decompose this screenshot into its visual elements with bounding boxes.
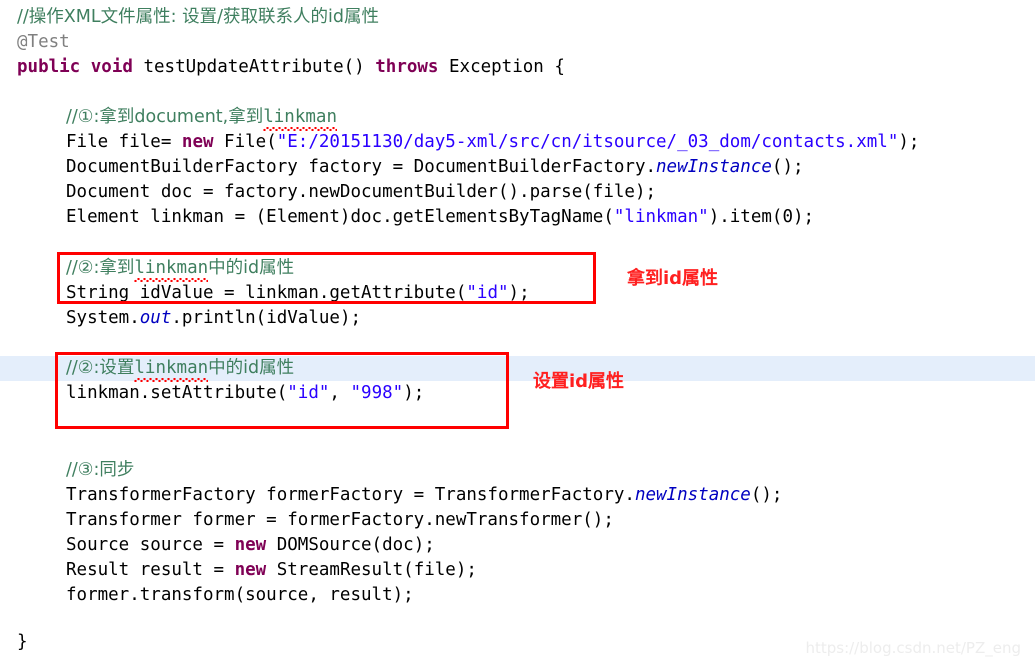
watermark-url: https://blog.csdn.net/PZ_eng [805, 639, 1021, 657]
keyword-throws: throws [375, 57, 439, 77]
code-line-comment-step2-set: //②:设置linkman中的id属性 [0, 356, 1035, 382]
code-text: ); [403, 383, 425, 403]
code-text: Transformer former = formerFactory.newTr… [66, 510, 614, 530]
code-text: TransformerFactory formerFactory = Trans… [66, 485, 635, 505]
code-line-comment-step3: //③:同步 [0, 458, 1035, 483]
code-line-comment-step1: //①:拿到document,拿到linkman [0, 105, 1035, 131]
signature-tail: Exception { [438, 57, 565, 77]
keyword-new: new [234, 535, 267, 555]
comment-text: //①:拿到document,拿到 [66, 107, 264, 127]
code-text: } [17, 632, 28, 652]
string-literal-path: "E:/20151130/day5-xml/src/cn/itsource/_0… [276, 132, 899, 152]
comment-text: //②:拿到 [66, 258, 135, 278]
static-field-out: out [139, 308, 172, 328]
code-text: File file= [66, 132, 182, 152]
code-text: ).item(0); [708, 207, 815, 227]
code-text: Source source = [66, 535, 235, 555]
code-line-transformer: Transformer former = formerFactory.newTr… [0, 508, 1035, 533]
misspelled-word: linkman [134, 356, 208, 382]
code-text: Result result = [66, 560, 235, 580]
keyword-new: new [181, 132, 214, 152]
code-text: former.transform(source, result); [66, 585, 414, 605]
code-text: (); [771, 157, 804, 177]
code-line-method-signature: public void testUpdateAttribute() throws… [0, 55, 1035, 80]
code-line-println: System.out.println(idValue); [0, 306, 1035, 331]
code-text: linkman.setAttribute( [66, 383, 288, 403]
code-text: StreamResult(file); [266, 560, 477, 580]
code-text: , [329, 383, 351, 403]
code-line-file-init: File file= new File("E:/20151130/day5-xm… [0, 130, 1035, 155]
code-line-transform-call: former.transform(source, result); [0, 583, 1035, 608]
code-line-transformer-factory: TransformerFactory formerFactory = Trans… [0, 483, 1035, 508]
method-name: testUpdateAttribute() [132, 57, 376, 77]
keyword-void: void [90, 57, 133, 77]
static-method-newinstance: newInstance [656, 157, 772, 177]
comment-text: 中的id属性 [208, 358, 295, 378]
code-text: ); [508, 283, 530, 303]
code-line-domsource: Source source = new DOMSource(doc); [0, 533, 1035, 558]
static-method-newinstance: newInstance [634, 485, 751, 505]
code-text: Element linkman = (Element)doc.getElemen… [66, 207, 614, 227]
string-literal-998: "998" [350, 383, 404, 403]
code-line-comment-title: //操作XML文件属性: 设置/获取联系人的id属性 [0, 5, 1035, 30]
annotation-test: @Test [17, 32, 70, 52]
code-line-document-parse: Document doc = factory.newDocumentBuilde… [0, 180, 1035, 205]
code-text: DocumentBuilderFactory factory = Documen… [66, 157, 657, 177]
code-line-streamresult: Result result = new StreamResult(file); [0, 558, 1035, 583]
code-text: DOMSource(doc); [266, 535, 435, 555]
comment-text: //②:设置 [66, 358, 135, 378]
comment-text: //③:同步 [66, 460, 135, 480]
string-literal-id: "id" [287, 383, 330, 403]
code-line-set-attribute: linkman.setAttribute("id", "998"); [0, 381, 1035, 406]
code-line-comment-step2-get: //②:拿到linkman中的id属性 [0, 256, 1035, 282]
code-line-annotation-test: @Test [0, 30, 1035, 55]
comment-text: 中的id属性 [208, 258, 295, 278]
code-text: .println(idValue); [171, 308, 362, 328]
code-text: ); [898, 132, 920, 152]
code-text: System. [66, 308, 140, 328]
code-line-get-attribute: String idValue = linkman.getAttribute("i… [0, 281, 1035, 306]
code-line-element-linkman: Element linkman = (Element)doc.getElemen… [0, 205, 1035, 230]
code-editor[interactable]: //操作XML文件属性: 设置/获取联系人的id属性 @Test public … [0, 0, 1035, 665]
code-text: String idValue = linkman.getAttribute( [66, 283, 467, 303]
code-text: File( [213, 132, 277, 152]
misspelled-word: linkman [263, 105, 337, 131]
misspelled-word: linkman [134, 256, 208, 282]
string-literal-linkman: "linkman" [613, 207, 709, 227]
annotation-label-get-id: 拿到id属性 [627, 268, 719, 289]
comment-text: //操作XML文件属性: 设置/获取联系人的id属性 [17, 7, 379, 27]
code-text: Document doc = factory.newDocumentBuilde… [66, 182, 657, 202]
keyword-new: new [234, 560, 267, 580]
string-literal-id: "id" [466, 283, 509, 303]
keyword-public: public [17, 57, 81, 77]
code-line-factory-init: DocumentBuilderFactory factory = Documen… [0, 155, 1035, 180]
annotation-label-set-id: 设置id属性 [533, 371, 625, 392]
code-text: (); [750, 485, 783, 505]
